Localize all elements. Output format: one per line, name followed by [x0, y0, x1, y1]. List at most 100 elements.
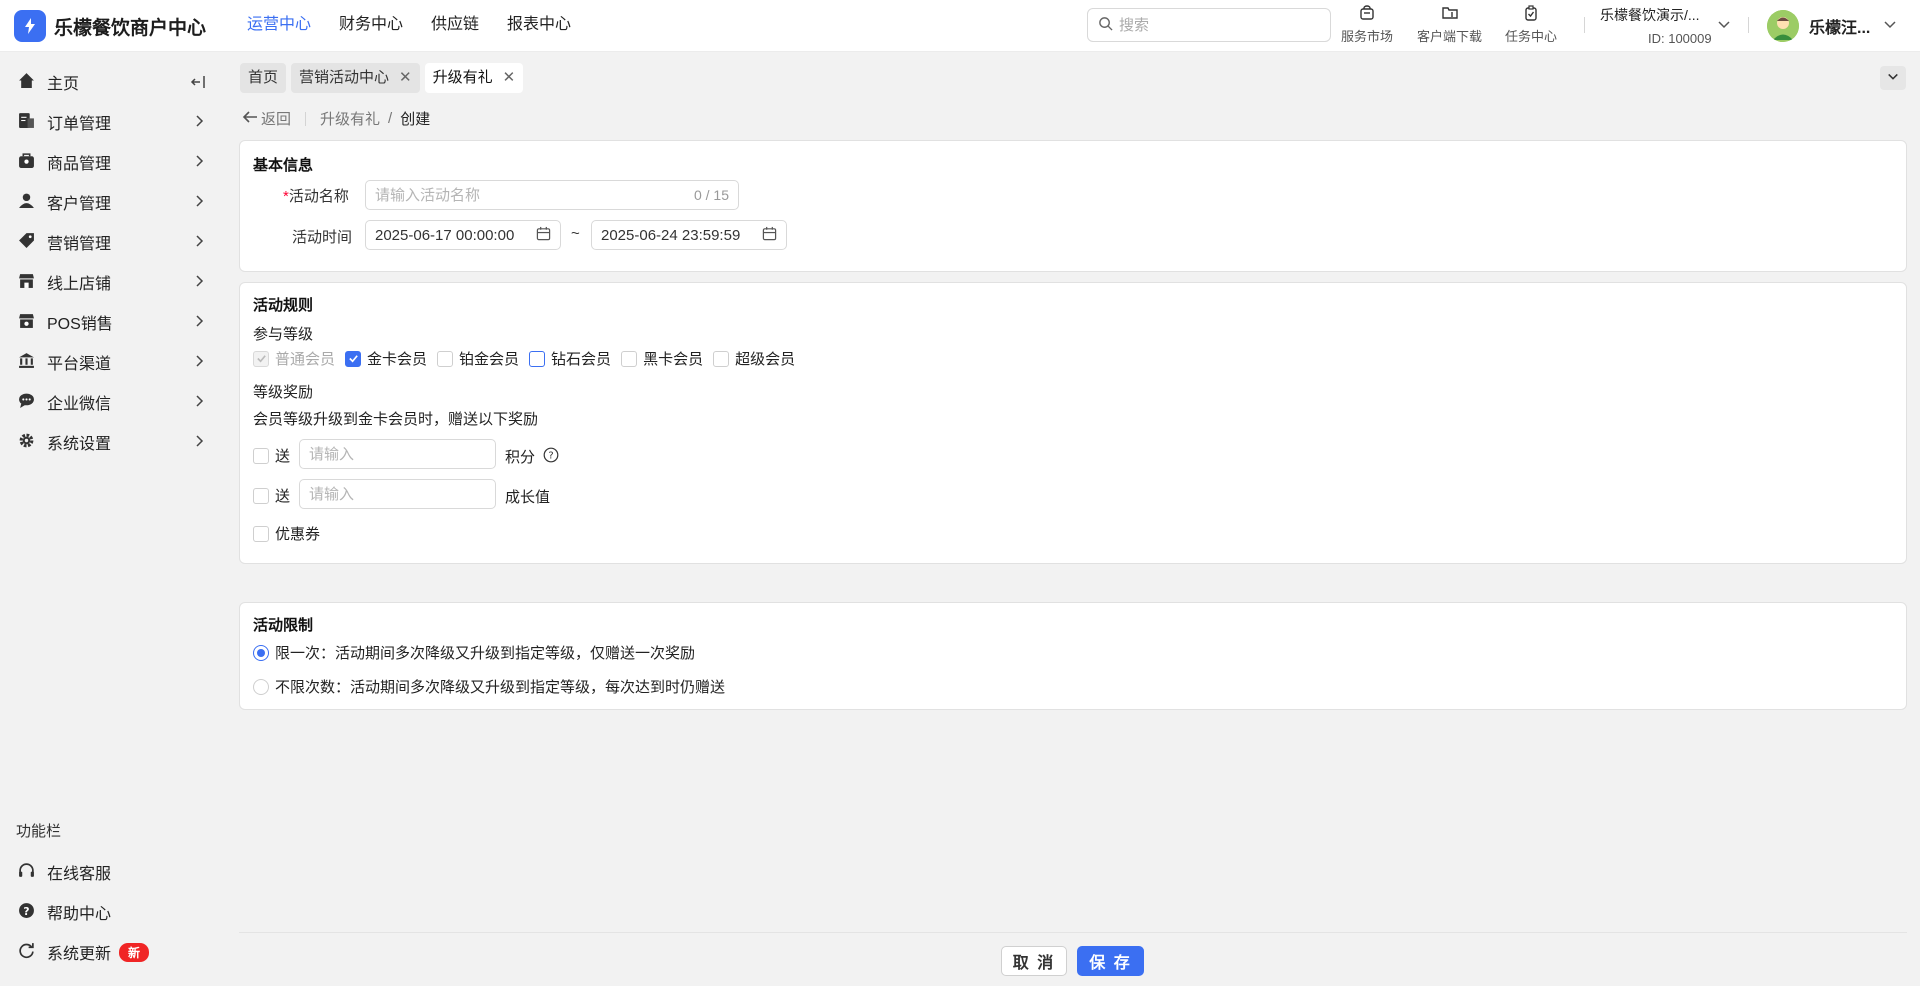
sidebar-item-wecom[interactable]: 企业微信: [0, 382, 224, 422]
back-button[interactable]: 返回: [242, 108, 291, 129]
sidebar-item-marketing[interactable]: 营销管理: [0, 222, 224, 262]
topnav-supply-chain[interactable]: 供应链: [431, 0, 479, 52]
func-item-label: 在线客服: [47, 866, 112, 883]
radio-dot: [253, 678, 269, 695]
growth-field[interactable]: [299, 479, 496, 509]
help-circle-icon[interactable]: ?: [543, 447, 559, 467]
checkbox-label: 送: [275, 488, 291, 505]
checkbox-box: [253, 447, 269, 464]
checkbox-box: [253, 525, 269, 542]
chevron-down-icon[interactable]: [1883, 18, 1897, 36]
divider: [1584, 17, 1585, 33]
reward-description: 会员等级升级到金卡会员时，赠送以下奖励: [253, 411, 539, 428]
breadcrumb-separator: /: [388, 110, 393, 127]
func-item-online-support[interactable]: 在线客服: [0, 852, 224, 892]
activity-name-label-text: 活动名称: [288, 188, 349, 205]
cancel-button[interactable]: 取 消: [1001, 946, 1067, 976]
chevron-right-icon: [192, 154, 206, 172]
points-input[interactable]: [309, 445, 486, 463]
logo[interactable]: 乐檬餐饮商户中心: [14, 10, 206, 42]
sidebar-item-label: 订单管理: [47, 116, 112, 133]
chat-bubble-icon: [18, 392, 35, 413]
sidebar-item-platform-channels[interactable]: 平台渠道: [0, 342, 224, 382]
level-checkbox-gold[interactable]: 金卡会员: [345, 348, 427, 369]
level-checkbox-platinum[interactable]: 铂金会员: [437, 348, 519, 369]
activity-name-input[interactable]: [375, 186, 694, 204]
close-icon[interactable]: ✕: [399, 63, 412, 93]
chevron-down-icon[interactable]: [1717, 18, 1731, 36]
level-checkbox-black-card[interactable]: 黑卡会员: [621, 348, 703, 369]
task-center-label: 任务中心: [1505, 29, 1558, 44]
headset-icon: [18, 862, 35, 883]
start-date-picker[interactable]: 2025-06-17 00:00:00: [365, 220, 561, 250]
tabs-dropdown-button[interactable]: [1880, 66, 1906, 90]
activity-name-label: *活动名称: [283, 185, 349, 206]
chevron-right-icon: [192, 314, 206, 332]
tab-upgrade-gift[interactable]: 升级有礼 ✕: [424, 63, 524, 93]
sidebar-item-customers[interactable]: 客户管理: [0, 182, 224, 222]
sidebar-item-orders[interactable]: 订单管理: [0, 102, 224, 142]
level-checkbox-super[interactable]: 超级会员: [713, 348, 795, 369]
save-button[interactable]: 保 存: [1077, 946, 1144, 976]
level-label: 参与等级: [253, 326, 314, 343]
give-points-checkbox[interactable]: 送: [253, 445, 290, 466]
search-box[interactable]: [1087, 8, 1331, 42]
breadcrumb: 返回 升级有礼 / 创建: [242, 108, 430, 129]
user-menu[interactable]: 乐檬汪...: [1767, 10, 1870, 42]
checkbox-box: [345, 350, 362, 367]
folder-download-icon: [1441, 5, 1458, 24]
search-input[interactable]: [1119, 16, 1309, 34]
tab-home[interactable]: 首页: [240, 63, 287, 93]
level-checkbox-diamond[interactable]: 钻石会员: [529, 348, 611, 369]
activity-name-field[interactable]: 0 / 15: [365, 180, 739, 210]
sidebar-item-label: 客户管理: [47, 196, 112, 213]
breadcrumb-parent[interactable]: 升级有礼: [320, 108, 380, 129]
home-icon: [18, 72, 35, 93]
sidebar-item-online-store[interactable]: 线上店铺: [0, 262, 224, 302]
sidebar-item-products[interactable]: 商品管理: [0, 142, 224, 182]
chevron-right-icon: [192, 394, 206, 412]
sidebar-item-pos-sales[interactable]: POS销售: [0, 302, 224, 342]
chevron-right-icon: [192, 234, 206, 252]
order-list-icon: [18, 112, 35, 133]
checkbox-label: 超级会员: [735, 351, 796, 368]
func-item-help-center[interactable]: ? 帮助中心: [0, 892, 224, 932]
back-label: 返回: [261, 111, 292, 128]
tab-marketing-center[interactable]: 营销活动中心 ✕: [291, 63, 420, 93]
close-icon[interactable]: ✕: [503, 63, 516, 93]
end-date-picker[interactable]: 2025-06-24 23:59:59: [591, 220, 787, 250]
clipboard-icon: [1523, 5, 1539, 24]
growth-input[interactable]: [309, 485, 486, 503]
points-field[interactable]: [299, 439, 496, 469]
breadcrumb-current: 创建: [400, 111, 431, 128]
coupon-checkbox[interactable]: 优惠券: [253, 523, 320, 544]
topnav-operations[interactable]: 运营中心: [247, 0, 311, 52]
store-icon: [18, 272, 35, 293]
collapse-sidebar-icon[interactable]: [190, 74, 206, 94]
topnav-finance[interactable]: 财务中心: [339, 0, 403, 52]
sidebar-item-home[interactable]: 主页: [0, 62, 224, 102]
sidebar-item-label: 企业微信: [47, 396, 112, 413]
pos-store-icon: [18, 312, 35, 333]
basic-info-card: 基本信息 *活动名称 0 / 15 活动时间 2025-06-17 00:00:…: [239, 140, 1907, 272]
checkbox-box: [621, 350, 638, 367]
new-badge: 新: [119, 942, 150, 962]
bank-icon: [18, 352, 35, 373]
sidebar: 主页 订单管理 商品管理 客户管理 营销管理 线上店铺 POS销售 平台渠道 企: [0, 52, 224, 986]
checkbox-label: 普通会员: [275, 351, 336, 368]
checkbox-label: 钻石会员: [551, 351, 612, 368]
limit-unlimited-radio[interactable]: 不限次数：活动期间多次降级又升级到指定等级，每次达到时仍赠送: [253, 676, 725, 697]
gear-icon: [18, 432, 35, 453]
topnav-reports[interactable]: 报表中心: [507, 0, 571, 52]
checkbox-label: 铂金会员: [459, 351, 520, 368]
reward-growth-row: 送: [253, 485, 298, 506]
checkbox-label: 优惠券: [275, 526, 321, 543]
radio-dot: [253, 644, 269, 661]
sidebar-item-system-settings[interactable]: 系统设置: [0, 422, 224, 462]
give-growth-checkbox[interactable]: 送: [253, 485, 290, 506]
limit-once-radio[interactable]: 限一次：活动期间多次降级又升级到指定等级，仅赠送一次奖励: [253, 642, 695, 663]
task-center-button[interactable]: 任务中心: [1505, 5, 1557, 45]
service-market-button[interactable]: 服务市场: [1341, 5, 1393, 45]
func-item-system-update[interactable]: 系统更新 新: [0, 932, 224, 972]
client-download-button[interactable]: 客户端下载: [1417, 5, 1482, 45]
